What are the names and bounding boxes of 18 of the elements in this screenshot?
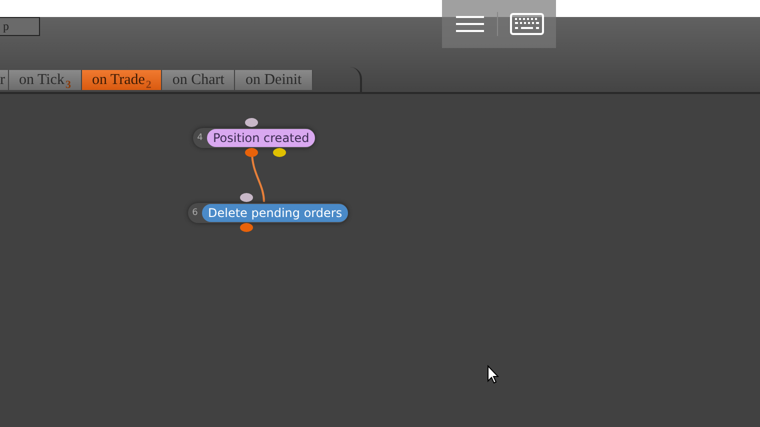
input-port[interactable] xyxy=(245,118,258,127)
output-port[interactable] xyxy=(240,223,253,232)
input-port[interactable] xyxy=(240,193,253,202)
toolbar-button[interactable]: p xyxy=(0,17,40,36)
tab[interactable]: on Chart xyxy=(162,70,236,90)
tab[interactable]: on Deinit xyxy=(235,70,313,90)
node-number: 6 xyxy=(191,208,199,218)
menu-icon[interactable] xyxy=(454,15,484,33)
keyboard-icon[interactable] xyxy=(510,13,544,35)
output-port[interactable] xyxy=(245,148,258,157)
tab[interactable]: on Tick$_{3}$ xyxy=(9,70,82,90)
cursor-icon xyxy=(487,365,499,384)
node-number: 4 xyxy=(196,133,204,143)
tab[interactable]: r xyxy=(0,70,9,90)
tab[interactable]: on Trade$_{2}$ xyxy=(82,70,162,90)
node-label[interactable]: Delete pending orders xyxy=(202,204,348,222)
node-label[interactable]: Position created xyxy=(207,129,316,147)
output-port[interactable] xyxy=(273,148,286,157)
